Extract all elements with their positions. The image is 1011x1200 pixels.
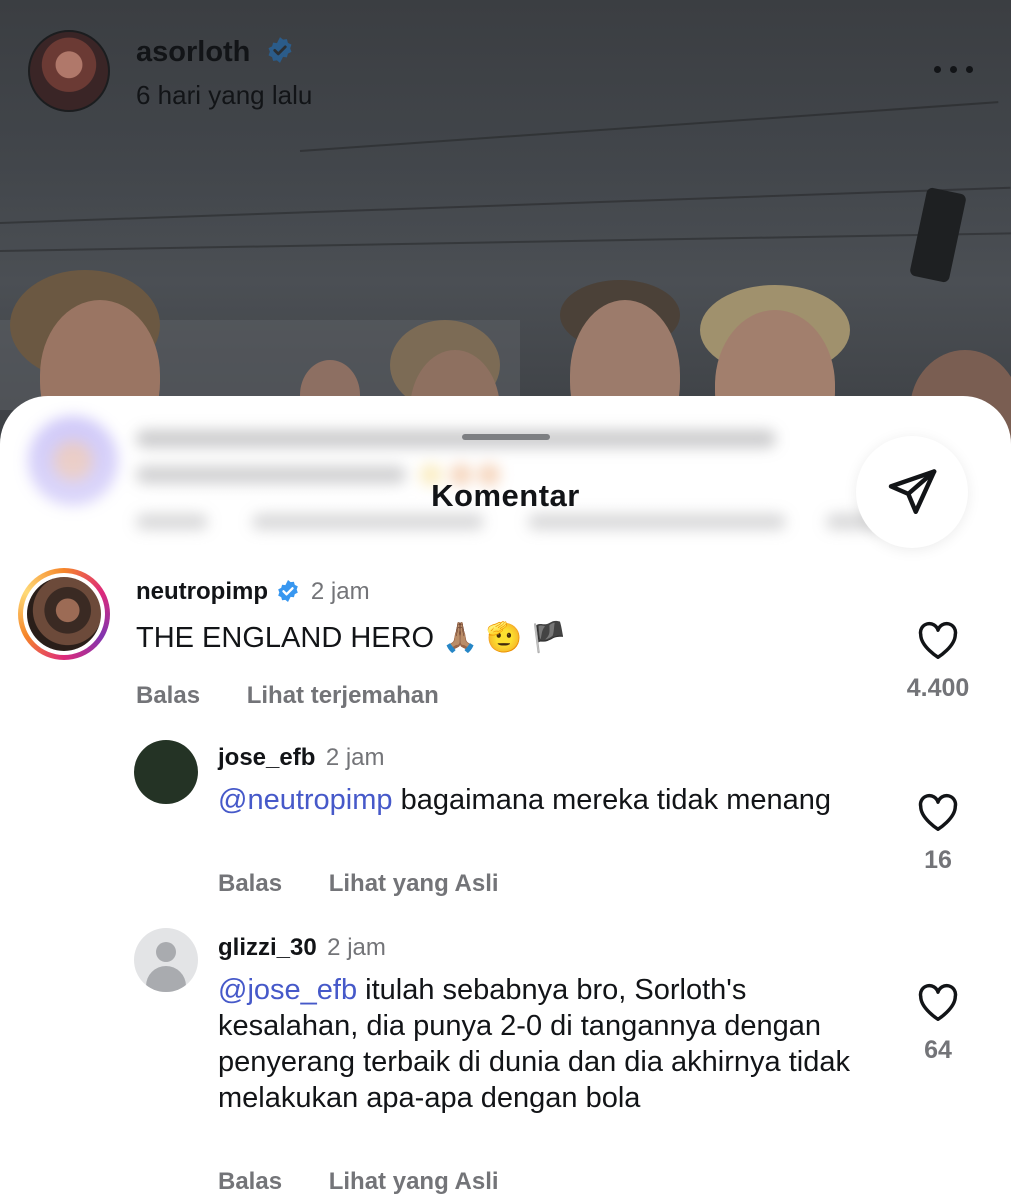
author-name-row[interactable]: asorloth [136,36,294,69]
default-avatar-icon [156,942,176,962]
author-username[interactable]: asorloth [136,36,250,68]
mention-link[interactable]: @neutropimp [218,784,393,816]
comment-username[interactable]: neutropimp [136,578,268,605]
heart-icon[interactable] [916,982,960,1022]
reply-button[interactable]: Balas [218,1168,282,1195]
comment-time: 2 jam [327,934,386,961]
comment-actions: Balas Lihat terjemahan [136,682,479,710]
comment-meta: jose_efb 2 jam [218,744,385,772]
share-button[interactable] [856,436,968,548]
see-original-button[interactable]: Lihat yang Asli [329,870,499,897]
heart-icon[interactable] [916,620,960,660]
reply-button[interactable]: Balas [218,870,282,897]
like-count: 64 [924,1036,952,1064]
comments-sheet: Komentar neutropimp 2 jam THE ENGLAND HE… [0,396,1011,1200]
send-icon [888,469,937,515]
comment-meta: glizzi_30 2 jam [218,934,386,962]
like-count: 16 [924,846,952,874]
comment-actions: Balas Lihat yang Asli [218,1168,539,1196]
comment-time: 2 jam [310,578,370,605]
see-translation-button[interactable]: Lihat terjemahan [247,682,439,709]
comment-username[interactable]: glizzi_30 [218,934,317,961]
like-area: 16 [908,792,968,875]
like-area: 4.400 [907,620,969,703]
author-avatar[interactable] [28,30,110,112]
post-header: asorloth 6 hari yang lalu [0,0,1011,130]
like-area: 64 [908,982,968,1065]
drag-handle[interactable] [462,434,550,440]
comment-actions: Balas Lihat yang Asli [218,870,539,898]
like-count: 4.400 [906,674,970,702]
avatar[interactable] [134,740,198,804]
comment-username[interactable]: jose_efb [218,744,315,771]
see-original-button[interactable]: Lihat yang Asli [329,1168,499,1195]
reply-button[interactable]: Balas [136,682,200,709]
mention-link[interactable]: @jose_efb [218,974,357,1006]
comment-text: THE ENGLAND HERO 🙏🏽 🫡 🏴 [136,622,567,654]
comment-text: @jose_efb itulah sebabnya bro, Sorloth's… [218,974,850,1114]
avatar[interactable] [134,928,198,992]
comment-time: 2 jam [325,744,385,771]
verified-badge-icon [278,580,299,602]
comment-text: @neutropimp bagaimana mereka tidak menan… [218,784,832,816]
post-time: 6 hari yang lalu [136,80,313,110]
heart-icon[interactable] [916,792,960,832]
avatar-story-ring[interactable] [18,568,110,660]
more-options-icon[interactable] [932,60,976,80]
verified-badge-icon [269,37,292,63]
avatar [27,577,101,651]
comment-meta: neutropimp 2 jam [136,578,370,606]
